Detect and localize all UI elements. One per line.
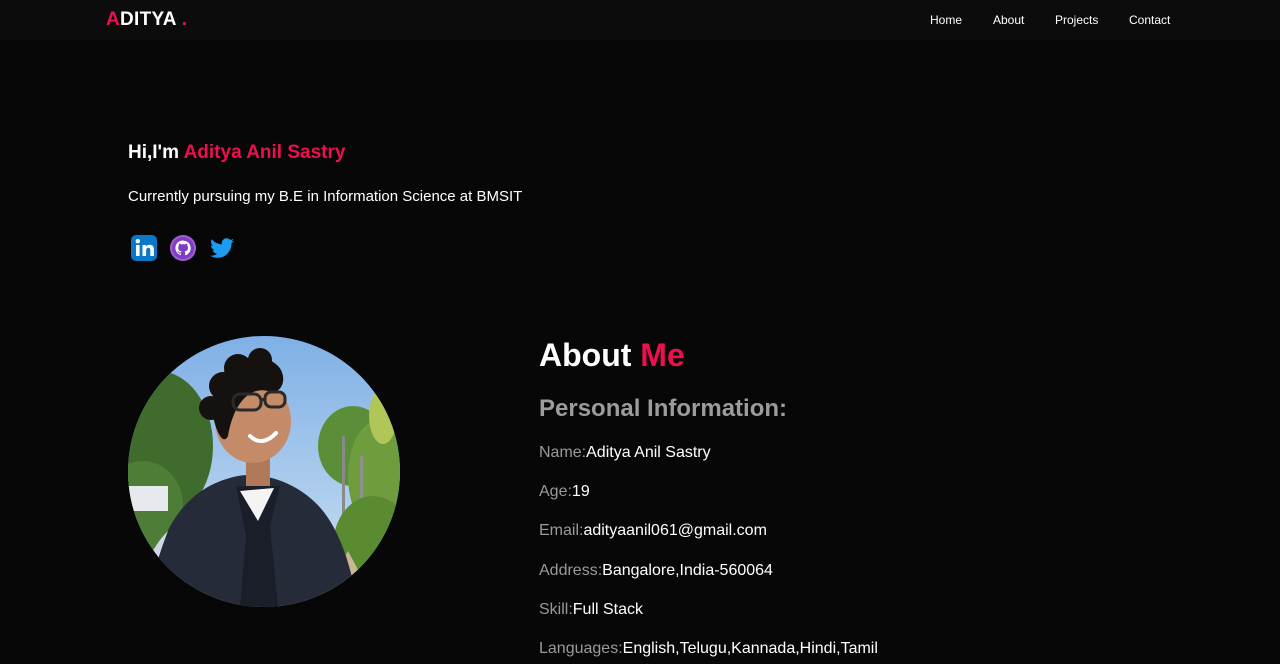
site-logo[interactable]: ADITYA . — [106, 9, 187, 31]
logo-dot: . — [181, 9, 188, 30]
twitter-icon[interactable] — [208, 234, 236, 262]
info-label: Languages: — [539, 640, 623, 657]
logo-text: DITYA — [120, 9, 177, 30]
info-row-address: Address:Bangalore,India-560064 — [539, 562, 773, 580]
info-label: Address: — [539, 562, 603, 579]
hero-subtitle: Currently pursuing my B.E in Information… — [128, 188, 523, 205]
navbar: ADITYA . Home About Projects Contact — [0, 0, 1280, 40]
info-label: Skill: — [539, 601, 573, 618]
linkedin-icon[interactable] — [130, 234, 158, 262]
nav-link-home[interactable]: Home — [930, 13, 962, 27]
hero-greeting: Hi,I'm Aditya Anil Sastry — [128, 142, 345, 164]
info-value: 19 — [571, 483, 590, 500]
nav-link-projects[interactable]: Projects — [1055, 13, 1098, 27]
info-row-name: Name:Aditya Anil Sastry — [539, 444, 711, 462]
info-value: Full Stack — [572, 601, 644, 618]
personal-info-heading: Personal Information: — [539, 395, 788, 422]
info-value: Aditya Anil Sastry — [586, 444, 711, 461]
hero-name: Aditya Anil Sastry — [183, 142, 346, 163]
info-value: Bangalore,India-560064 — [602, 562, 773, 579]
about-title: About Me — [539, 337, 685, 374]
info-value: adityaanil061@gmail.com — [583, 522, 767, 539]
info-label: Age: — [539, 483, 572, 500]
info-row-skill: Skill:Full Stack — [539, 601, 643, 619]
info-row-email: Email:adityaanil061@gmail.com — [539, 522, 767, 540]
about-title-text: About — [539, 337, 632, 373]
info-row-languages: Languages:English,Telugu,Kannada,Hindi,T… — [539, 640, 878, 658]
info-label: Email: — [539, 522, 584, 539]
about-title-accent: Me — [640, 337, 685, 373]
info-row-age: Age:19 — [539, 483, 590, 501]
info-value: English,Telugu,Kannada,Hindi,Tamil — [622, 640, 878, 657]
info-label: Name: — [539, 444, 587, 461]
nav-link-contact[interactable]: Contact — [1129, 13, 1170, 27]
github-icon[interactable] — [169, 234, 197, 262]
logo-initial: A — [106, 9, 121, 30]
profile-photo — [128, 336, 400, 607]
greeting-text: Hi,I'm — [128, 142, 179, 163]
nav-link-about[interactable]: About — [993, 13, 1024, 27]
